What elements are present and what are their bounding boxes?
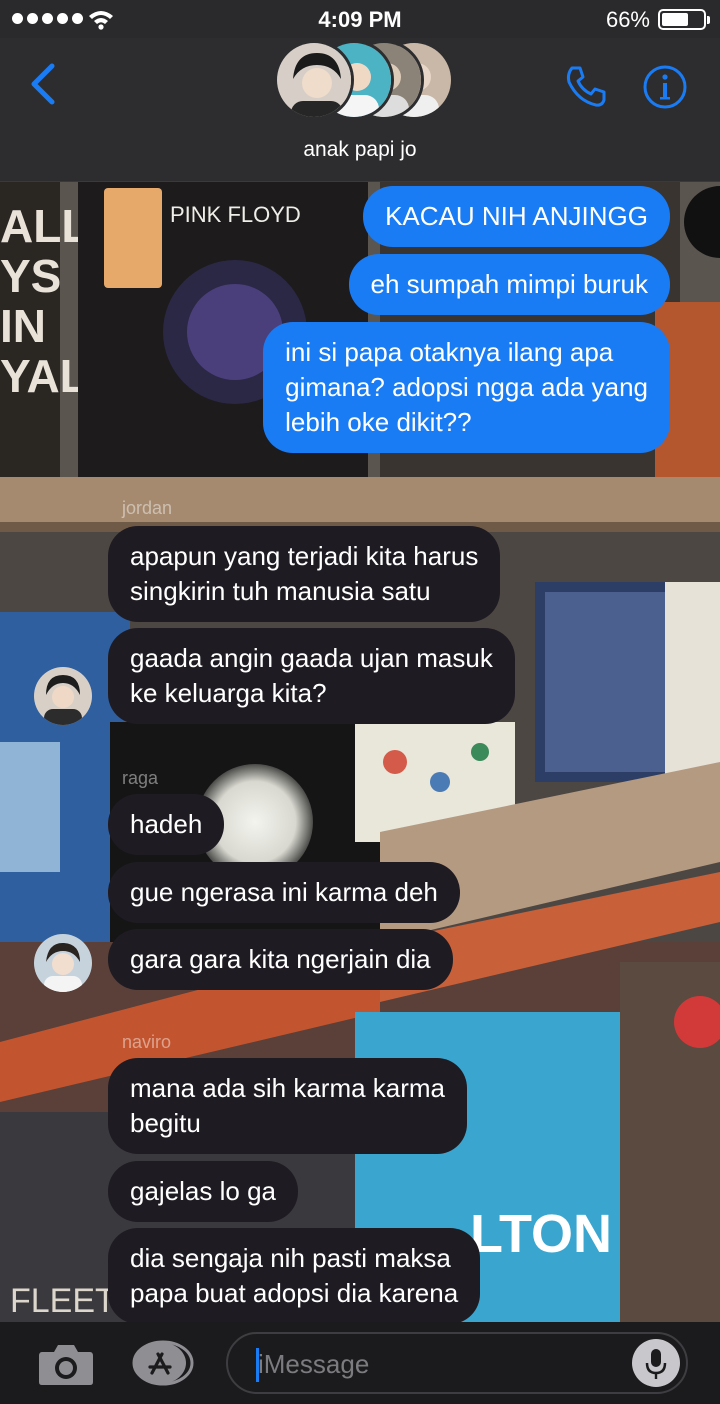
group-avatars[interactable] xyxy=(274,40,454,120)
received-message[interactable]: gaada angin gaada ujan masuk ke keluarga… xyxy=(108,628,515,724)
battery-percentage: 66% xyxy=(605,7,650,32)
sender-avatar[interactable] xyxy=(34,934,92,992)
status-bar: 4:09 PM 66% xyxy=(0,0,720,38)
battery-icon xyxy=(658,9,710,30)
received-message[interactable]: mana ada sih karma karma begitu xyxy=(108,1058,468,1154)
conversation-header: anak papi jo xyxy=(0,38,720,182)
message-input-bar xyxy=(0,1322,720,1404)
svg-text:ALL: ALL xyxy=(0,200,89,252)
microphone-icon[interactable] xyxy=(632,1339,680,1387)
member-avatar xyxy=(274,40,354,120)
app-store-icon[interactable] xyxy=(132,1340,194,1386)
sender-name: raga xyxy=(122,768,159,788)
sender-name: naviro xyxy=(122,1032,172,1052)
sender-name: jordan xyxy=(122,498,173,518)
sent-message[interactable]: ini si papa otaknya ilang apa gimana? ad… xyxy=(263,322,670,453)
sent-message[interactable]: eh sumpah mimpi buruk xyxy=(348,254,670,315)
svg-text:IN: IN xyxy=(0,300,46,352)
sent-message[interactable]: KACAU NIH ANJINGG xyxy=(363,186,670,247)
phone-icon[interactable] xyxy=(562,62,610,110)
message-input[interactable] xyxy=(258,1342,618,1386)
group-name[interactable]: anak papi jo xyxy=(0,138,720,162)
message-text-field[interactable] xyxy=(226,1332,688,1394)
received-message[interactable]: dia sengaja nih pasti maksa papa buat ad… xyxy=(108,1228,481,1324)
svg-text:YS: YS xyxy=(0,250,61,302)
received-message[interactable]: apapun yang terjadi kita harus singkirin… xyxy=(108,526,501,622)
chevron-left-icon[interactable] xyxy=(24,60,64,108)
received-message[interactable]: hadeh xyxy=(108,794,225,855)
info-icon[interactable] xyxy=(642,64,688,110)
svg-text:LTON: LTON xyxy=(470,1204,612,1264)
camera-icon[interactable] xyxy=(38,1342,94,1386)
sender-avatar[interactable] xyxy=(34,667,92,725)
received-message[interactable]: gara gara kita ngerjain dia xyxy=(108,929,453,990)
received-message[interactable]: gue ngerasa ini karma deh xyxy=(108,862,460,923)
svg-text:PINK FLOYD: PINK FLOYD xyxy=(170,202,301,227)
received-message[interactable]: gajelas lo ga xyxy=(108,1161,298,1222)
